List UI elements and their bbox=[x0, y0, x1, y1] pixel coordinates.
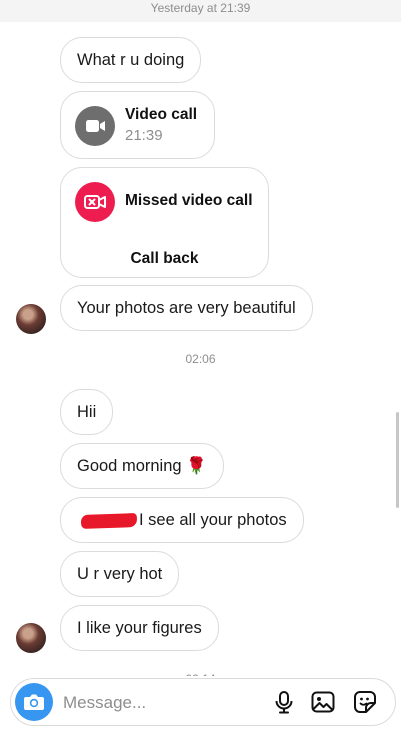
message-bubble[interactable]: Good morning 🌹 bbox=[60, 443, 224, 489]
message-bubble[interactable]: U r very hot bbox=[60, 551, 180, 597]
timestamp-yesterday: Yesterday at 21:39 bbox=[0, 0, 401, 22]
missed-call-card: Missed video call Call back bbox=[60, 167, 269, 278]
message-bubble[interactable]: What r u doing bbox=[60, 37, 202, 83]
missed-call-title: Missed video call bbox=[125, 192, 253, 209]
message-bubble[interactable]: Your photos are very beautiful bbox=[60, 285, 313, 331]
message-composer bbox=[10, 678, 396, 727]
message-input[interactable] bbox=[61, 679, 265, 727]
sticker-icon[interactable] bbox=[352, 689, 378, 715]
avatar[interactable] bbox=[16, 304, 46, 334]
gallery-icon[interactable] bbox=[310, 689, 336, 715]
avatar[interactable] bbox=[16, 623, 46, 653]
camera-icon[interactable] bbox=[15, 683, 53, 721]
message-bubble-redacted[interactable]: I see all your photos bbox=[60, 497, 304, 543]
video-call-card[interactable]: Video call 21:39 bbox=[60, 91, 215, 159]
scrollbar[interactable] bbox=[396, 412, 399, 508]
message-bubble[interactable]: Hii bbox=[60, 389, 114, 435]
message-bubble[interactable]: I like your figures bbox=[60, 605, 219, 651]
video-call-time: 21:39 bbox=[125, 127, 163, 144]
microphone-icon[interactable] bbox=[271, 689, 297, 715]
video-camera-icon bbox=[75, 106, 115, 146]
timestamp: 02:14 bbox=[0, 670, 401, 676]
video-call-title: Video call bbox=[125, 106, 198, 123]
redaction-scribble bbox=[80, 512, 138, 529]
timestamp: 02:06 bbox=[185, 352, 216, 366]
call-back-button[interactable]: Call back bbox=[61, 250, 268, 268]
message-text: I see all your photos bbox=[139, 511, 287, 529]
missed-video-icon bbox=[75, 182, 115, 222]
